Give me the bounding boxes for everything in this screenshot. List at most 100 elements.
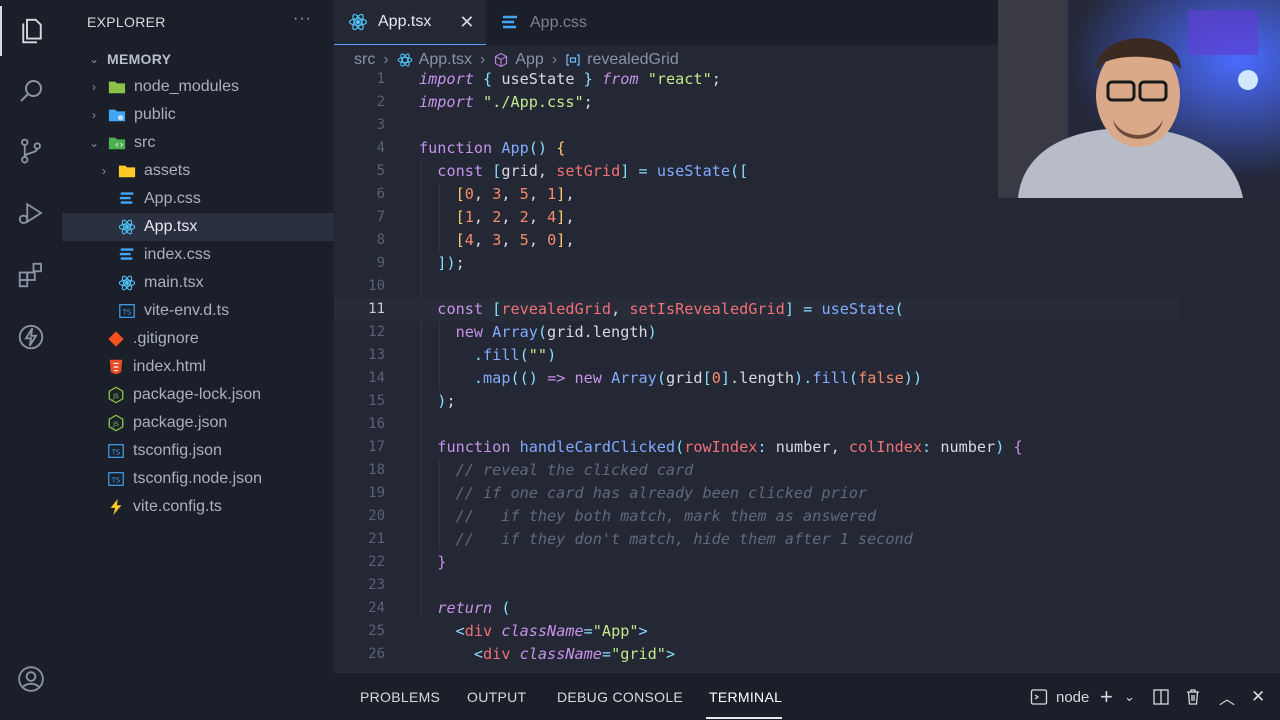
react-file-icon: [348, 12, 368, 32]
tree-item-index-css[interactable]: index.css: [62, 241, 334, 269]
breadcrumb-file[interactable]: App.tsx: [419, 51, 472, 69]
tree-item-index-html[interactable]: index.html: [62, 353, 334, 381]
breadcrumb-symbol[interactable]: revealedGrid: [587, 51, 679, 69]
tree-item-package-json[interactable]: JS package.json: [62, 409, 334, 437]
code-line: 7 [1, 2, 2, 4],: [376, 208, 575, 226]
more-actions-icon[interactable]: ···: [293, 10, 312, 28]
new-terminal-button[interactable]: +: [1100, 684, 1113, 709]
tree-item-label: public: [134, 106, 176, 123]
activity-bar: [0, 0, 62, 720]
tree-item-label: .gitignore: [133, 330, 199, 347]
tree-item-package-lock[interactable]: JS package-lock.json: [62, 381, 334, 409]
code-line: 12 new Array(grid.length): [368, 323, 657, 341]
terminal-selector[interactable]: node: [1030, 686, 1089, 708]
tree-item-label: tsconfig.node.json: [133, 470, 262, 487]
code-line: 15 );: [368, 392, 456, 410]
kill-terminal-button[interactable]: [1184, 686, 1202, 708]
breadcrumb: src › App.tsx › App › revealedGrid: [354, 50, 679, 70]
run-debug-icon[interactable]: [0, 188, 62, 238]
tree-item-assets[interactable]: › assets: [62, 157, 334, 185]
folder-node-icon: [108, 78, 126, 96]
code-line: 9 ]);: [376, 254, 465, 272]
tsconfig-file-icon: TS: [107, 470, 125, 488]
tree-item-tsconfig-node[interactable]: TS tsconfig.node.json: [62, 465, 334, 493]
code-line: 24 return (: [368, 599, 511, 617]
svg-text:TS: TS: [111, 477, 120, 485]
chevron-down-icon: ⌄: [1124, 689, 1135, 704]
tree-item-main-tsx[interactable]: main.tsx: [62, 269, 334, 297]
tree-item-label: vite.config.ts: [133, 498, 222, 515]
breadcrumb-src[interactable]: src: [354, 51, 375, 69]
react-file-icon: [118, 274, 136, 292]
chevron-up-icon: ︿: [1219, 691, 1236, 708]
tree-item-node-modules[interactable]: › node_modules: [62, 73, 334, 101]
tree-item-label: node_modules: [134, 78, 239, 95]
explorer-icon[interactable]: [0, 6, 62, 56]
tree-item-app-css[interactable]: App.css: [62, 185, 334, 213]
nodejs-file-icon: JS: [107, 386, 125, 404]
tab-debug-console[interactable]: DEBUG CONSOLE: [557, 689, 683, 705]
chevron-right-icon: ›: [480, 51, 486, 68]
code-line: 17 function handleCardClicked(rowIndex: …: [368, 438, 1023, 456]
terminal-icon: [1030, 688, 1048, 706]
extensions-icon[interactable]: [0, 250, 62, 300]
code-line: 16: [368, 416, 385, 432]
tree-item-vite-env[interactable]: TS vite-env.d.ts: [62, 297, 334, 325]
nodejs-file-icon: JS: [107, 414, 125, 432]
chevron-right-icon: ›: [92, 80, 96, 94]
code-line: 14 .map(() => new Array(grid[0].length).…: [368, 369, 923, 387]
close-icon[interactable]: ✕: [459, 12, 474, 33]
tab-app-tsx[interactable]: App.tsx ✕: [334, 0, 486, 45]
tsconfig-file-icon: TS: [107, 442, 125, 460]
chevron-right-icon: ›: [92, 108, 96, 122]
workspace-section[interactable]: ⌄ MEMORY: [62, 45, 334, 73]
split-icon: [1153, 689, 1169, 705]
tab-problems[interactable]: PROBLEMS: [360, 689, 440, 705]
thunder-client-icon[interactable]: [0, 312, 62, 362]
cube-icon: [493, 52, 509, 68]
tab-terminal[interactable]: TERMINAL: [709, 689, 782, 705]
tree-item-tsconfig[interactable]: TS tsconfig.json: [62, 437, 334, 465]
svg-text:JS: JS: [112, 393, 119, 400]
tree-item-label: index.html: [133, 358, 206, 375]
chevron-down-icon: ⌄: [88, 52, 100, 66]
tree-item-label: assets: [144, 162, 191, 179]
tab-output[interactable]: OUTPUT: [467, 689, 526, 705]
plus-icon: +: [1100, 684, 1113, 709]
account-icon[interactable]: [0, 654, 62, 704]
tab-app-css[interactable]: App.css: [486, 0, 626, 45]
bottom-panel: PROBLEMS OUTPUT DEBUG CONSOLE TERMINAL n…: [334, 672, 1280, 720]
tree-item-vite-config[interactable]: vite.config.ts: [62, 493, 334, 521]
explorer-sidebar: EXPLORER ··· ⌄ MEMORY › node_modules › p…: [62, 0, 334, 720]
svg-text:JS: JS: [112, 421, 119, 428]
source-control-icon[interactable]: [0, 126, 62, 176]
tree-item-src[interactable]: ⌄ src: [62, 129, 334, 157]
search-icon[interactable]: [0, 66, 62, 116]
folder-public-icon: [108, 106, 126, 124]
tree-item-label: package.json: [133, 414, 228, 431]
maximize-panel-button[interactable]: ︿: [1219, 686, 1235, 708]
css-file-icon: [118, 190, 136, 208]
close-icon: ✕: [1251, 687, 1266, 706]
close-panel-button[interactable]: ✕: [1251, 686, 1265, 708]
code-line: 10: [368, 278, 385, 294]
webcam-overlay: [998, 0, 1280, 198]
tree-item-gitignore[interactable]: .gitignore: [62, 325, 334, 353]
tree-item-app-tsx[interactable]: App.tsx: [62, 213, 334, 241]
tree-item-label: src: [134, 134, 156, 151]
react-file-icon: [397, 52, 413, 68]
code-line: 23: [368, 577, 385, 593]
variable-icon: [565, 52, 581, 68]
tree-item-label: tsconfig.json: [133, 442, 222, 459]
react-file-icon: [118, 218, 136, 236]
chevron-right-icon: ›: [102, 164, 106, 178]
code-line-current: 11 const [revealedGrid, setIsRevealedGri…: [334, 298, 1179, 321]
tree-item-public[interactable]: › public: [62, 101, 334, 129]
tab-label: App.tsx: [378, 13, 432, 30]
chevron-down-icon: ⌄: [88, 136, 100, 150]
breadcrumb-component[interactable]: App: [515, 51, 543, 69]
tab-label: App.css: [530, 13, 587, 31]
terminal-dropdown[interactable]: ⌄: [1124, 686, 1135, 708]
explorer-title: EXPLORER: [87, 14, 166, 30]
split-terminal-button[interactable]: [1152, 686, 1170, 708]
